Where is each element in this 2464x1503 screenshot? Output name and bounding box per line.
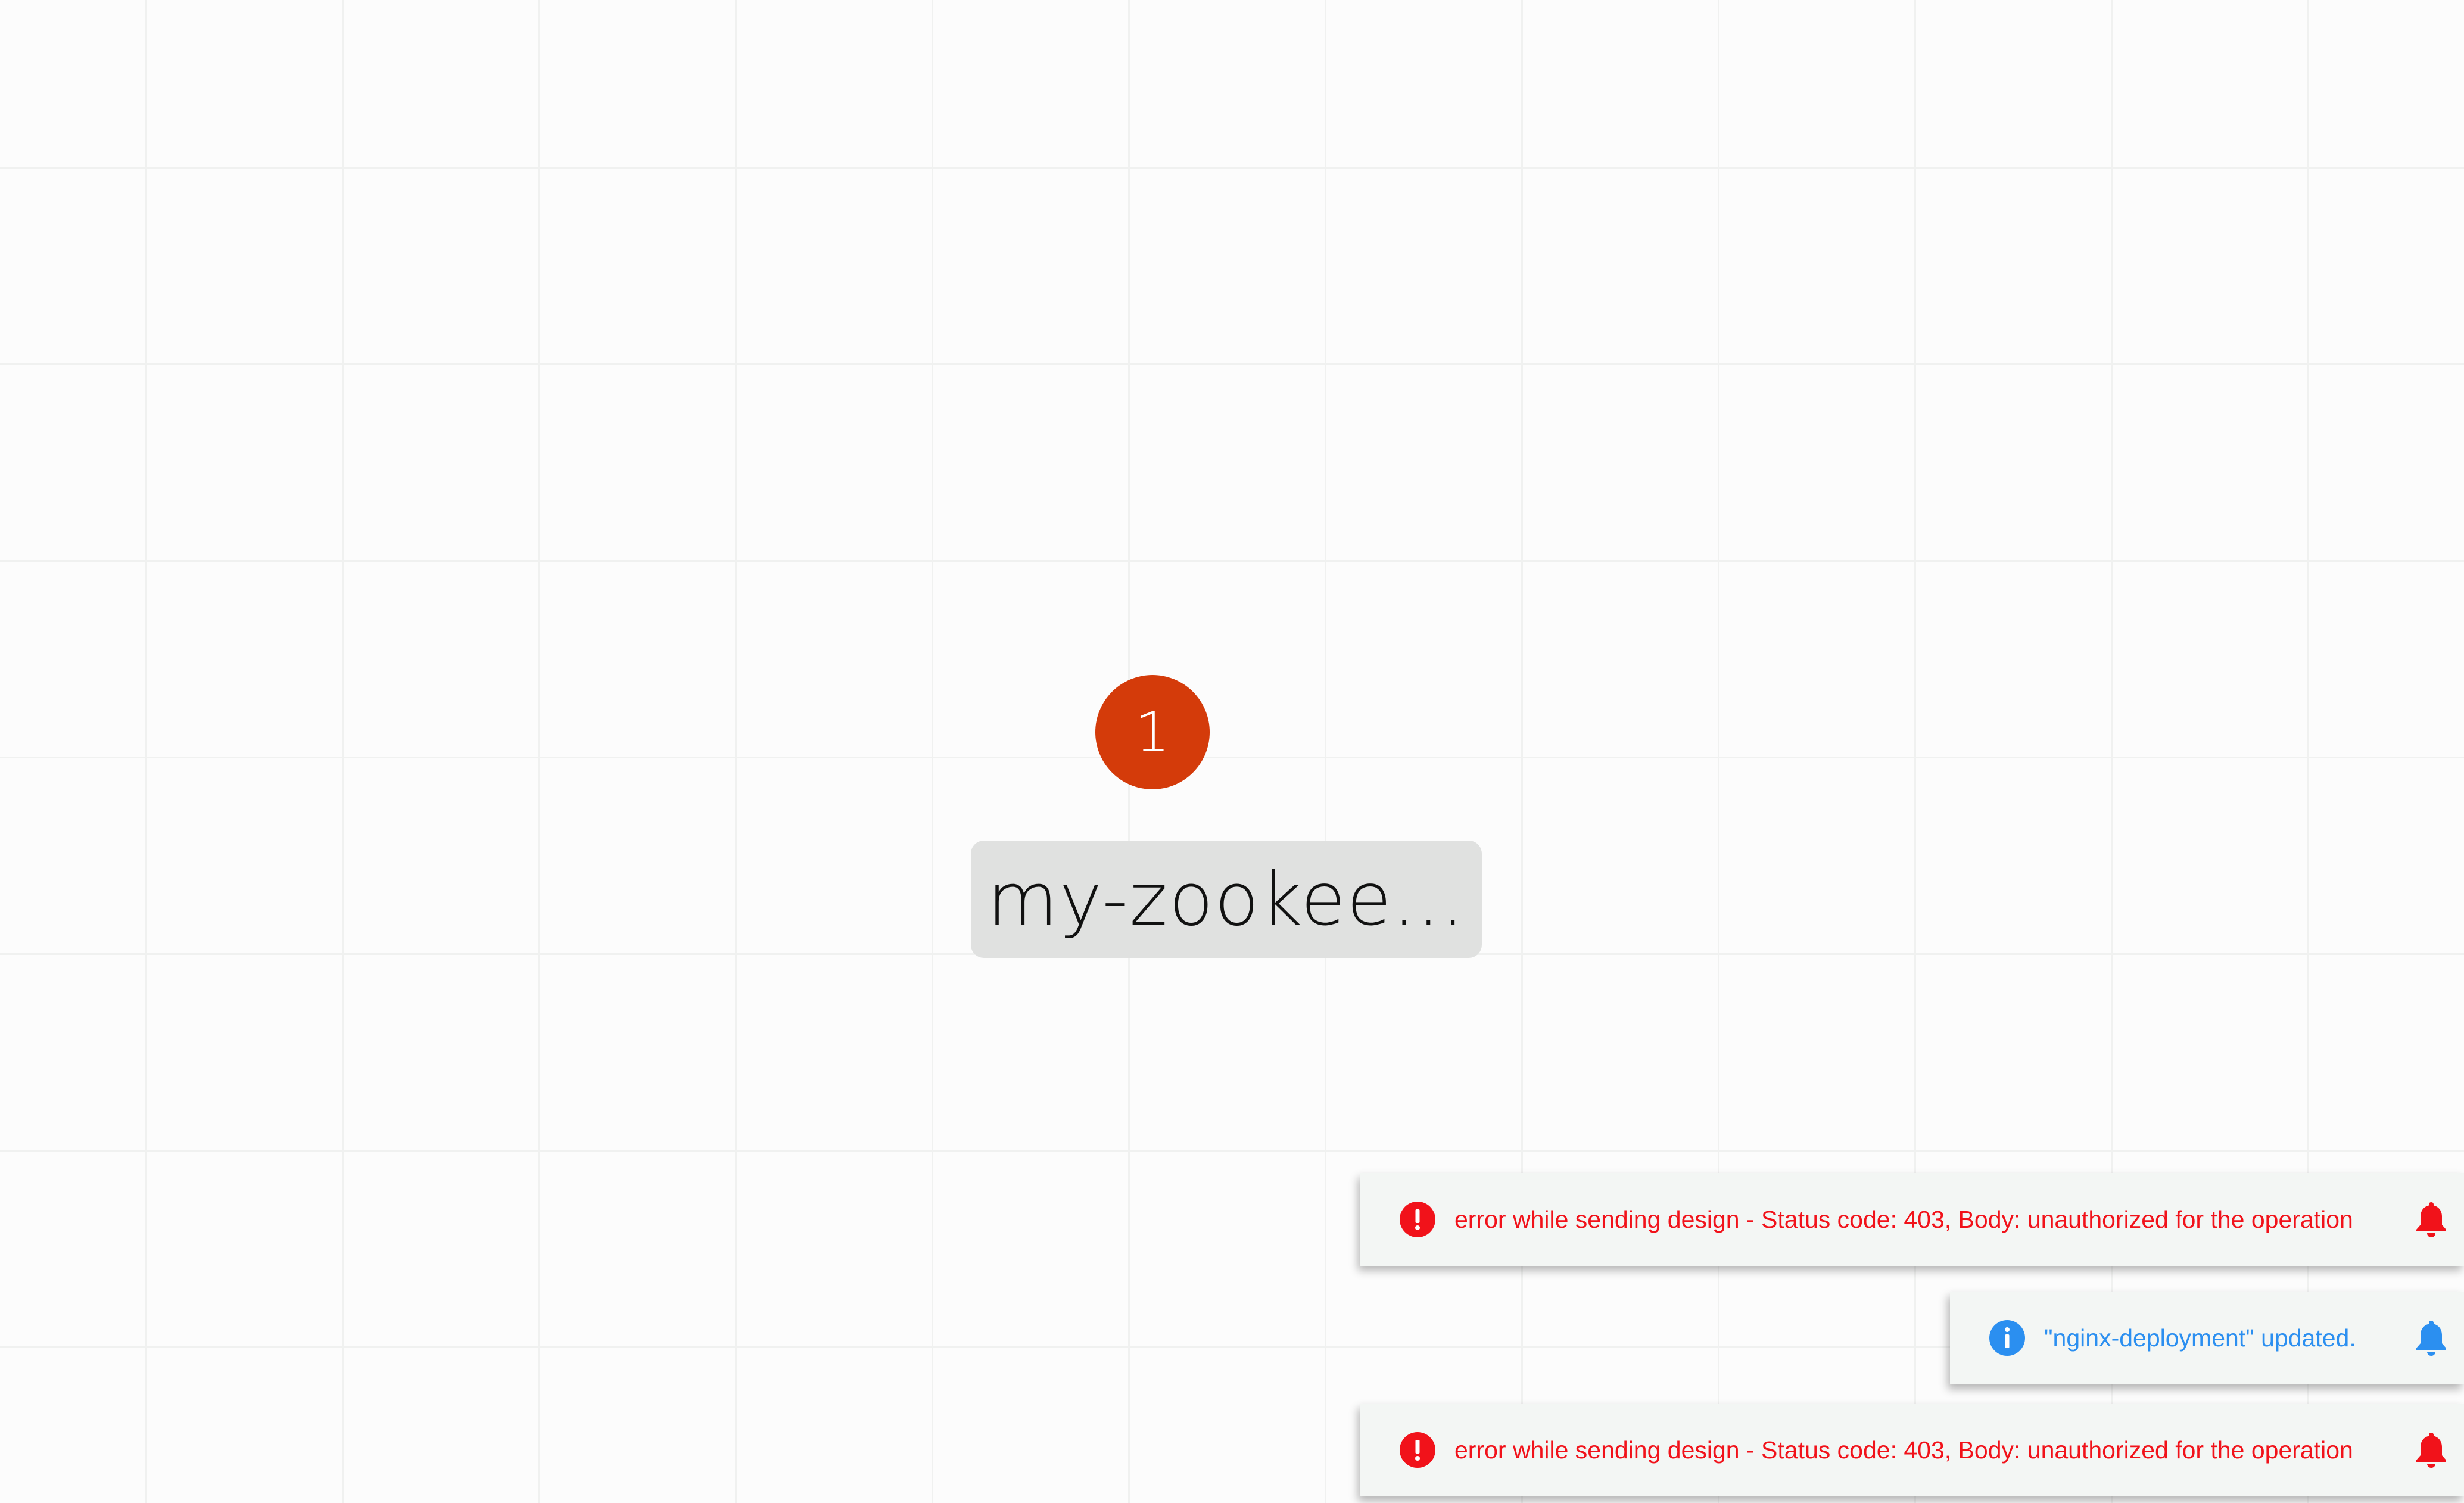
- bell-icon[interactable]: [2414, 1201, 2449, 1238]
- node-count-badge[interactable]: 1: [1095, 675, 1210, 789]
- bell-icon[interactable]: [2414, 1320, 2449, 1356]
- notification-message: "nginx-deployment" updated.: [2044, 1324, 2356, 1352]
- error-notification[interactable]: error while sending design - Status code…: [1360, 1404, 2464, 1496]
- info-notification[interactable]: "nginx-deployment" updated.: [1950, 1292, 2464, 1384]
- notification-message: error while sending design - Status code…: [1454, 1436, 2353, 1464]
- error-icon: [1400, 1432, 1435, 1468]
- notification-message: error while sending design - Status code…: [1454, 1205, 2353, 1233]
- error-icon: [1400, 1202, 1435, 1237]
- bell-icon[interactable]: [2414, 1432, 2449, 1468]
- design-canvas[interactable]: 1 my-zookee... error while sending desig…: [0, 0, 2464, 1503]
- info-icon: [1989, 1320, 2025, 1356]
- error-notification[interactable]: error while sending design - Status code…: [1360, 1173, 2464, 1266]
- node-label[interactable]: my-zookee...: [971, 841, 1482, 958]
